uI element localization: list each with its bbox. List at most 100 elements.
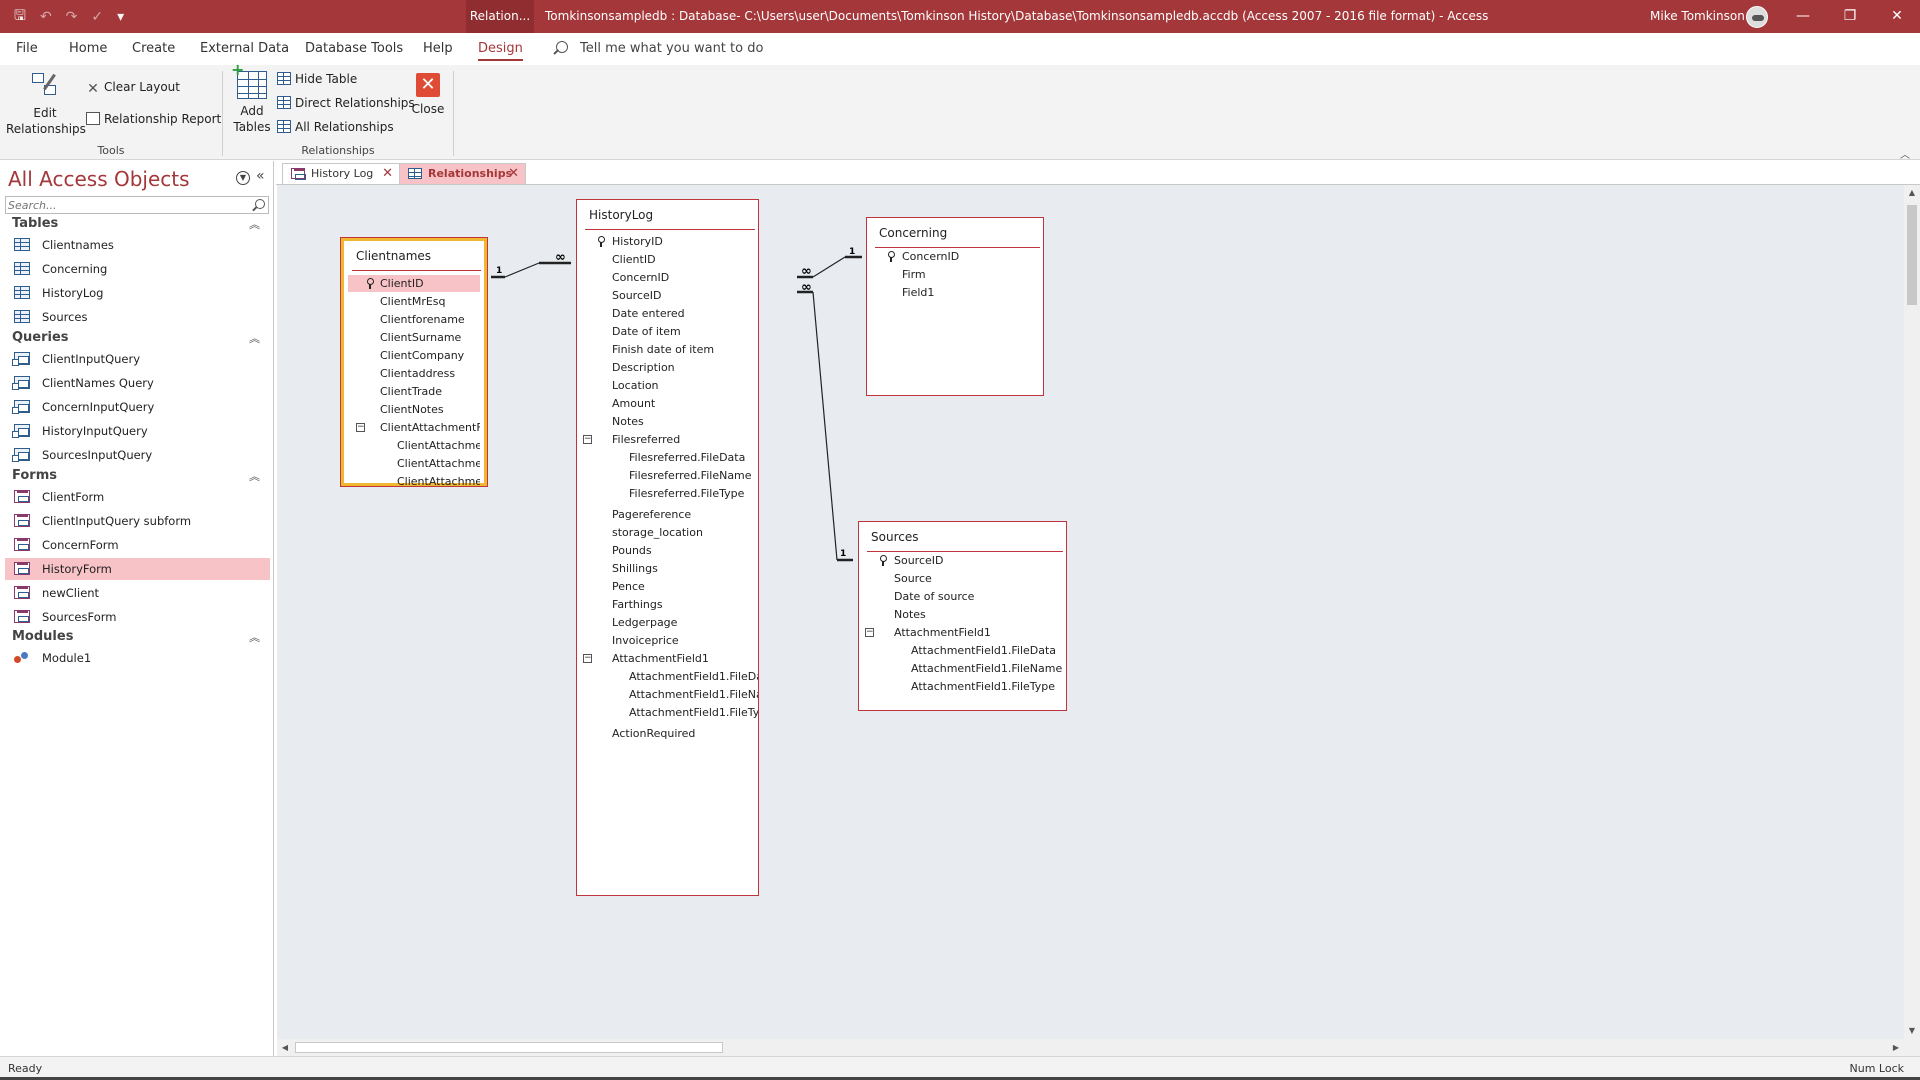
scroll-up-icon[interactable]: ▲	[1904, 185, 1920, 201]
table-field[interactable]: Source	[859, 570, 1066, 587]
scroll-thumb[interactable]	[1907, 205, 1917, 305]
shutter-bar-icon[interactable]: «	[256, 168, 265, 184]
collapse-ribbon-icon[interactable]: ︿	[1900, 146, 1910, 161]
nav-item-sources[interactable]: Sources	[5, 306, 270, 328]
table-field[interactable]: ActionRequired	[577, 725, 758, 742]
table-concerning[interactable]: Concerning ConcernID Firm Field1	[866, 217, 1044, 396]
tell-me-box[interactable]: Tell me what you want to do	[556, 33, 763, 65]
tab-relationships[interactable]: Relationships ✕	[399, 163, 526, 184]
table-field[interactable]: Invoiceprice	[577, 632, 758, 649]
collapse-group-icon[interactable]: ︽	[249, 468, 260, 484]
table-field[interactable]: Clientaddress	[348, 365, 480, 382]
table-field[interactable]: − AttachmentField1	[577, 650, 758, 667]
vertical-scrollbar[interactable]: ▲ ▼	[1904, 185, 1920, 1039]
table-field[interactable]: Ledgerpage	[577, 614, 758, 631]
table-field[interactable]: Date entered	[577, 305, 758, 322]
table-field[interactable]: Filesreferred.FileName	[577, 467, 758, 484]
table-field[interactable]: ConcernID	[577, 269, 758, 286]
table-field[interactable]: − Filesreferred	[577, 431, 758, 448]
table-field[interactable]: Firm	[867, 266, 1043, 283]
table-field[interactable]: ClientCompany	[348, 347, 480, 364]
nav-item-clientform[interactable]: ClientForm	[5, 486, 270, 508]
hide-table-button[interactable]: Hide Table	[277, 69, 357, 89]
table-field[interactable]: SourceID	[577, 287, 758, 304]
table-field[interactable]: AttachmentField1.FileData	[859, 642, 1066, 659]
nav-item-concerning[interactable]: Concerning	[5, 258, 270, 280]
table-historylog[interactable]: HistoryLog HistoryID ClientID ConcernID Sou…	[576, 199, 759, 896]
table-field[interactable]: AttachmentField1.FileType	[859, 678, 1066, 695]
table-title[interactable]: Concerning	[867, 218, 1043, 248]
tab-external-data[interactable]: External Data	[200, 33, 289, 65]
minimize-button[interactable]: —	[1780, 0, 1826, 33]
customize-qat-icon[interactable]: ▾	[117, 9, 124, 25]
nav-item-clientinputquery[interactable]: ClientInputQuery	[5, 348, 270, 370]
table-field[interactable]: Date of source	[859, 588, 1066, 605]
nav-group-forms[interactable]: Forms ︽	[12, 468, 268, 486]
table-field[interactable]: storage_location	[577, 524, 758, 541]
table-field[interactable]: Shillings	[577, 560, 758, 577]
table-field[interactable]: Amount	[577, 395, 758, 412]
collapse-field-icon[interactable]: −	[583, 435, 592, 444]
scroll-down-icon[interactable]: ▼	[1904, 1023, 1920, 1039]
save-icon[interactable]: 🖫	[14, 5, 26, 29]
table-field[interactable]: HistoryID	[577, 233, 758, 250]
all-relationships-button[interactable]: All Relationships	[277, 117, 394, 137]
relationship-line[interactable]	[812, 256, 846, 278]
scroll-thumb[interactable]	[295, 1042, 723, 1053]
avatar[interactable]	[1746, 6, 1768, 28]
table-field[interactable]: Pounds	[577, 542, 758, 559]
collapse-group-icon[interactable]: ︽	[249, 330, 260, 346]
scroll-left-icon[interactable]: ◀	[277, 1039, 293, 1056]
nav-item-clientnames[interactable]: Clientnames	[5, 234, 270, 256]
table-field[interactable]: ConcernID	[867, 248, 1043, 265]
table-field[interactable]: ClientSurname	[348, 329, 480, 346]
tab-history-log[interactable]: History Log ✕	[282, 163, 400, 184]
collapse-field-icon[interactable]: −	[583, 654, 592, 663]
nav-group-modules[interactable]: Modules ︽	[12, 629, 268, 647]
nav-item-concernform[interactable]: ConcernForm	[5, 534, 270, 556]
nav-item-module1[interactable]: Module1	[5, 647, 270, 669]
table-field[interactable]: ClientAttachment	[348, 473, 480, 490]
table-field[interactable]: ClientMrEsq	[348, 293, 480, 310]
table-title[interactable]: Sources	[859, 522, 1066, 552]
collapse-field-icon[interactable]: −	[865, 628, 874, 637]
table-field[interactable]: Pagereference	[577, 506, 758, 523]
table-field[interactable]: ClientID	[577, 251, 758, 268]
nav-menu-chevron-icon[interactable]: ▼	[236, 171, 250, 185]
tab-create[interactable]: Create	[132, 33, 175, 65]
clear-layout-button[interactable]: ✕ Clear Layout	[86, 77, 180, 97]
edit-relationships-button[interactable]: Edit Relationships	[6, 71, 86, 137]
undo-icon[interactable]: ↶	[40, 9, 52, 25]
collapse-field-icon[interactable]: −	[356, 423, 365, 432]
relationship-line[interactable]	[812, 291, 838, 561]
table-field[interactable]: Finish date of item	[577, 341, 758, 358]
tab-design[interactable]: Design	[478, 33, 523, 65]
table-field[interactable]: Notes	[859, 606, 1066, 623]
direct-relationships-button[interactable]: Direct Relationships	[277, 93, 415, 113]
nav-item-sourcesform[interactable]: SourcesForm	[5, 606, 270, 628]
table-field[interactable]: Filesreferred.FileType	[577, 485, 758, 502]
table-field[interactable]: AttachmentField1.FileType	[577, 704, 758, 721]
table-field[interactable]: − ClientAttachmentFie	[348, 419, 480, 436]
nav-search-input[interactable]	[6, 197, 246, 213]
relationship-line[interactable]	[504, 262, 540, 278]
nav-item-sourcesinputquery[interactable]: SourcesInputQuery	[5, 444, 270, 466]
collapse-group-icon[interactable]: ︽	[249, 216, 260, 232]
table-clientnames[interactable]: Clientnames ClientID ClientMrEsq Clientfor…	[340, 237, 488, 488]
nav-item-historylog[interactable]: HistoryLog	[5, 282, 270, 304]
table-field[interactable]: Notes	[577, 413, 758, 430]
table-field[interactable]: AttachmentField1.FileName	[859, 660, 1066, 677]
nav-item-concerninputquery[interactable]: ConcernInputQuery	[5, 396, 270, 418]
relationships-canvas[interactable]: 1 ∞ ∞ 1 ∞ 1 Clientnames ClientID ClientMr…	[277, 185, 1904, 1039]
nav-item-historyform[interactable]: HistoryForm	[5, 558, 270, 580]
close-relationships-button[interactable]: ✕ Close	[406, 73, 450, 117]
table-title[interactable]: Clientnames	[344, 241, 484, 271]
table-field[interactable]: SourceID	[859, 552, 1066, 569]
table-field[interactable]: − AttachmentField1	[859, 624, 1066, 641]
add-tables-button[interactable]: Add Tables	[230, 62, 274, 135]
redo-icon[interactable]: ↷	[66, 9, 78, 25]
tab-database-tools[interactable]: Database Tools	[305, 33, 403, 65]
scroll-right-icon[interactable]: ▶	[1888, 1039, 1904, 1056]
table-field[interactable]: Description	[577, 359, 758, 376]
close-tab-icon[interactable]: ✕	[508, 164, 519, 184]
